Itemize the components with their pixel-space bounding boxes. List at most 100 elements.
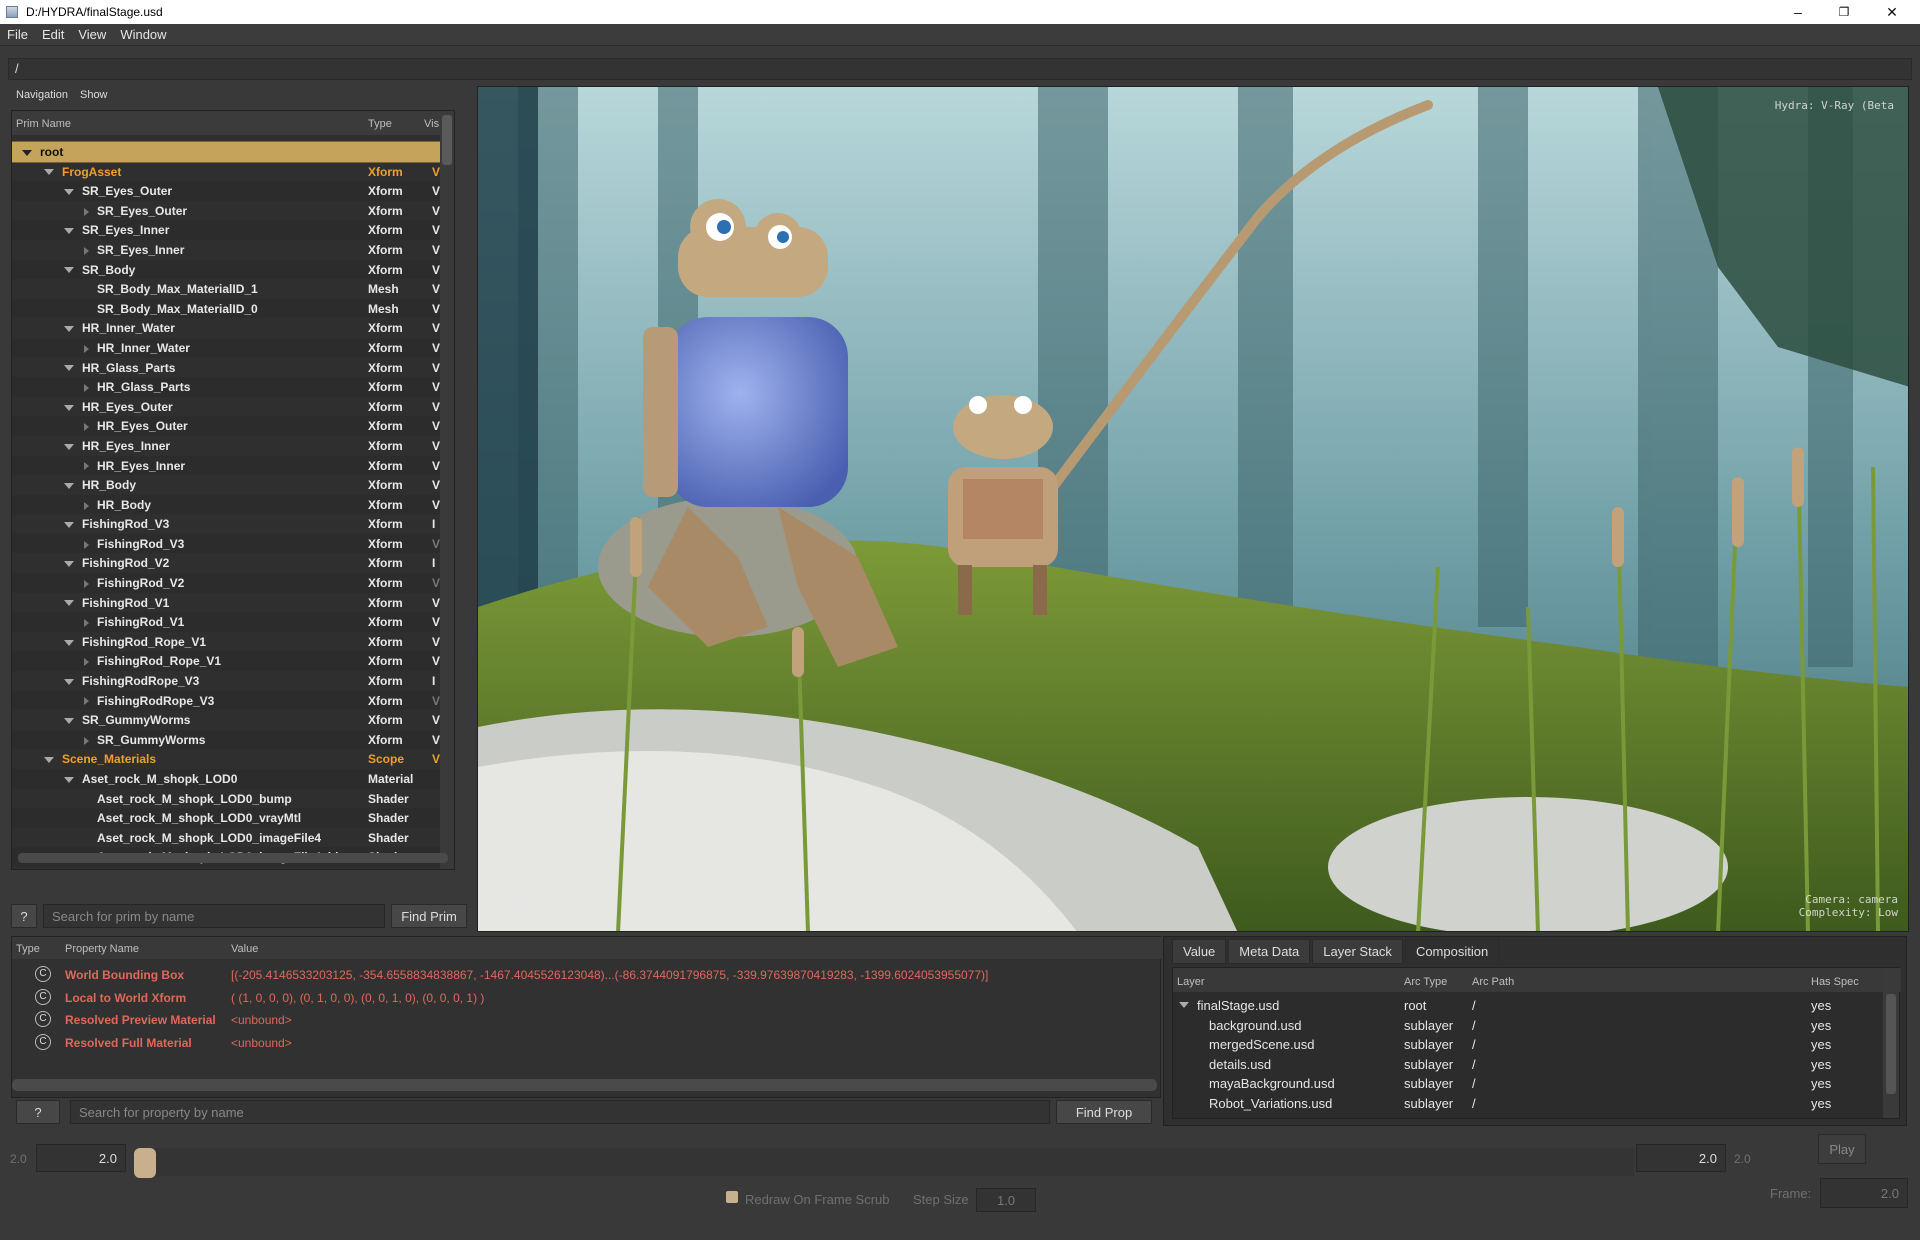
collapsed-arrow-icon[interactable] [84, 344, 89, 353]
vis-toggle[interactable]: V [432, 752, 440, 766]
composition-row[interactable]: details.usd sublayer / yes [1173, 1055, 1885, 1075]
collapsed-arrow-icon[interactable] [84, 423, 89, 432]
prop-help-button[interactable]: ? [16, 1100, 60, 1124]
prop-search-input[interactable]: Search for property by name [70, 1100, 1050, 1124]
collapsed-arrow-icon[interactable] [84, 540, 89, 549]
start-frame-field[interactable]: 2.0 [36, 1144, 126, 1172]
vis-toggle[interactable]: V [432, 498, 440, 512]
property-panel[interactable]: Type Property Name Value C World Bounding… [11, 936, 1162, 1098]
expand-arrow-icon[interactable] [64, 776, 74, 783]
tree-row[interactable]: FishingRod_Rope_V1 Xform V [12, 632, 454, 652]
tree-row[interactable]: HR_Glass_Parts Xform V [12, 358, 454, 378]
collapsed-arrow-icon[interactable] [84, 619, 89, 628]
close-button[interactable]: ✕ [1870, 0, 1914, 24]
tree-row[interactable]: HR_Eyes_Outer Xform V [12, 416, 454, 436]
vis-toggle[interactable]: V [432, 478, 440, 492]
tree-row[interactable]: FishingRod_V2 Xform V [12, 573, 454, 593]
composition-row[interactable]: finalStage.usd root / yes [1173, 996, 1885, 1016]
vis-toggle[interactable]: V [432, 282, 440, 296]
expand-arrow-icon[interactable] [64, 639, 74, 646]
expand-arrow-icon[interactable] [64, 482, 74, 489]
scrollbar-thumb[interactable] [1886, 994, 1896, 1094]
vis-toggle[interactable]: V [432, 419, 440, 433]
maximize-button[interactable]: ❐ [1822, 0, 1866, 24]
tree-row[interactable]: FishingRod_V1 Xform V [12, 612, 454, 632]
minimize-button[interactable]: – [1776, 0, 1820, 24]
header-has-spec[interactable]: Has Spec [1811, 976, 1859, 988]
tree-row[interactable]: SR_Eyes_Inner Xform V [12, 240, 454, 260]
vis-toggle[interactable]: V [432, 204, 440, 218]
property-row[interactable]: C Local to World Xform ( (1, 0, 0, 0), (0,… [12, 986, 1162, 1008]
step-size-field[interactable]: 1.0 [976, 1188, 1036, 1212]
tree-row[interactable]: SR_GummyWorms Xform V [12, 710, 454, 730]
expand-arrow-icon[interactable] [64, 561, 74, 568]
prim-tree[interactable]: Prim Name Type Vis root FrogAsset Xform V SR… [11, 110, 455, 870]
vis-toggle[interactable]: V [432, 243, 440, 257]
tree-row[interactable]: FrogAsset Xform V [12, 162, 454, 182]
vis-toggle[interactable]: V [432, 654, 440, 668]
tree-row[interactable]: FishingRod_V3 Xform V [12, 533, 454, 554]
find-prop-button[interactable]: Find Prop [1056, 1100, 1152, 1124]
tree-row[interactable]: Aset_rock_M_shopk_LOD0_imageFile4 Shader [12, 828, 454, 848]
prim-tree-scrollbar[interactable] [440, 111, 454, 869]
expand-arrow-icon[interactable] [44, 757, 54, 764]
expand-arrow-icon[interactable] [64, 443, 74, 450]
collapsed-arrow-icon[interactable] [84, 383, 89, 392]
render-viewport[interactable]: Hydra: V-Ray (Beta Render: 15.96 ms (62.… [477, 86, 1909, 932]
header-arc-path[interactable]: Arc Path [1472, 976, 1514, 988]
tree-row[interactable]: FishingRodRope_V3 Xform I [12, 671, 454, 691]
vis-toggle[interactable]: V [432, 537, 440, 551]
frame-slider-handle[interactable] [134, 1148, 156, 1178]
header-layer[interactable]: Layer [1177, 976, 1205, 988]
vis-toggle[interactable]: V [432, 615, 440, 629]
expand-arrow-icon[interactable] [64, 189, 74, 196]
vis-toggle[interactable]: V [432, 733, 440, 747]
tree-row[interactable]: root [12, 141, 454, 163]
tree-row[interactable]: HR_Inner_Water Xform V [12, 337, 454, 358]
expand-arrow-icon[interactable] [1179, 1002, 1189, 1008]
tab-composition[interactable]: Composition [1404, 939, 1500, 964]
prim-help-button[interactable]: ? [11, 904, 37, 928]
vis-toggle[interactable]: V [432, 713, 440, 727]
menu-view[interactable]: View [71, 27, 113, 42]
menu-window[interactable]: Window [113, 27, 173, 42]
header-type[interactable]: Type [16, 943, 40, 955]
scrollbar-thumb[interactable] [442, 115, 452, 165]
vis-toggle[interactable]: V [432, 459, 440, 473]
composition-scrollbar[interactable] [1883, 968, 1899, 1118]
tab-meta-data[interactable]: Meta Data [1228, 939, 1311, 964]
vis-toggle[interactable]: V [432, 694, 440, 708]
header-type[interactable]: Type [368, 118, 392, 130]
vis-toggle[interactable]: V [432, 635, 440, 649]
vis-toggle[interactable]: I [432, 556, 435, 570]
collapsed-arrow-icon[interactable] [84, 246, 89, 255]
collapsed-arrow-icon[interactable] [84, 579, 89, 588]
expand-arrow-icon[interactable] [64, 404, 74, 411]
vis-toggle[interactable]: V [432, 341, 440, 355]
composition-row[interactable]: mergedScene.usd sublayer / yes [1173, 1035, 1885, 1055]
tab-layer-stack[interactable]: Layer Stack [1312, 939, 1403, 964]
tree-row[interactable]: FishingRod_V3 Xform I [12, 514, 454, 534]
tree-row[interactable]: SR_Eyes_Outer Xform V [12, 181, 454, 201]
play-button[interactable]: Play [1818, 1134, 1866, 1164]
tree-row[interactable]: Aset_rock_M_shopk_LOD0_bump Shader [12, 789, 454, 809]
expand-arrow-icon[interactable] [64, 522, 74, 529]
tree-row[interactable]: Aset_rock_M_shopk_LOD0_vrayMtl Shader [12, 808, 454, 828]
collapsed-arrow-icon[interactable] [84, 207, 89, 216]
tree-row[interactable]: SR_Eyes_Inner Xform V [12, 220, 454, 240]
tree-row[interactable]: FishingRod_V2 Xform I [12, 553, 454, 573]
header-property-name[interactable]: Property Name [65, 943, 139, 955]
prim-search-input[interactable]: Search for prim by name [43, 904, 385, 928]
tree-row[interactable]: HR_Body Xform V [12, 475, 454, 495]
property-row[interactable]: C Resolved Full Material <unbound> [12, 1031, 1162, 1053]
tree-row[interactable]: SR_Body_Max_MaterialID_0 Mesh V [12, 298, 454, 319]
composition-table[interactable]: Layer Arc Type Arc Path Has Spec finalSt… [1172, 967, 1901, 1119]
vis-toggle[interactable]: V [432, 361, 440, 375]
tree-row[interactable]: FishingRodRope_V3 Xform V [12, 690, 454, 711]
composition-row[interactable]: background.usd sublayer / yes [1173, 1016, 1885, 1036]
collapsed-arrow-icon[interactable] [84, 697, 89, 706]
vis-toggle[interactable]: V [432, 439, 440, 453]
tree-row[interactable]: SR_Body Xform V [12, 259, 454, 280]
vis-toggle[interactable]: V [432, 596, 440, 610]
redraw-checkbox[interactable] [726, 1191, 738, 1203]
